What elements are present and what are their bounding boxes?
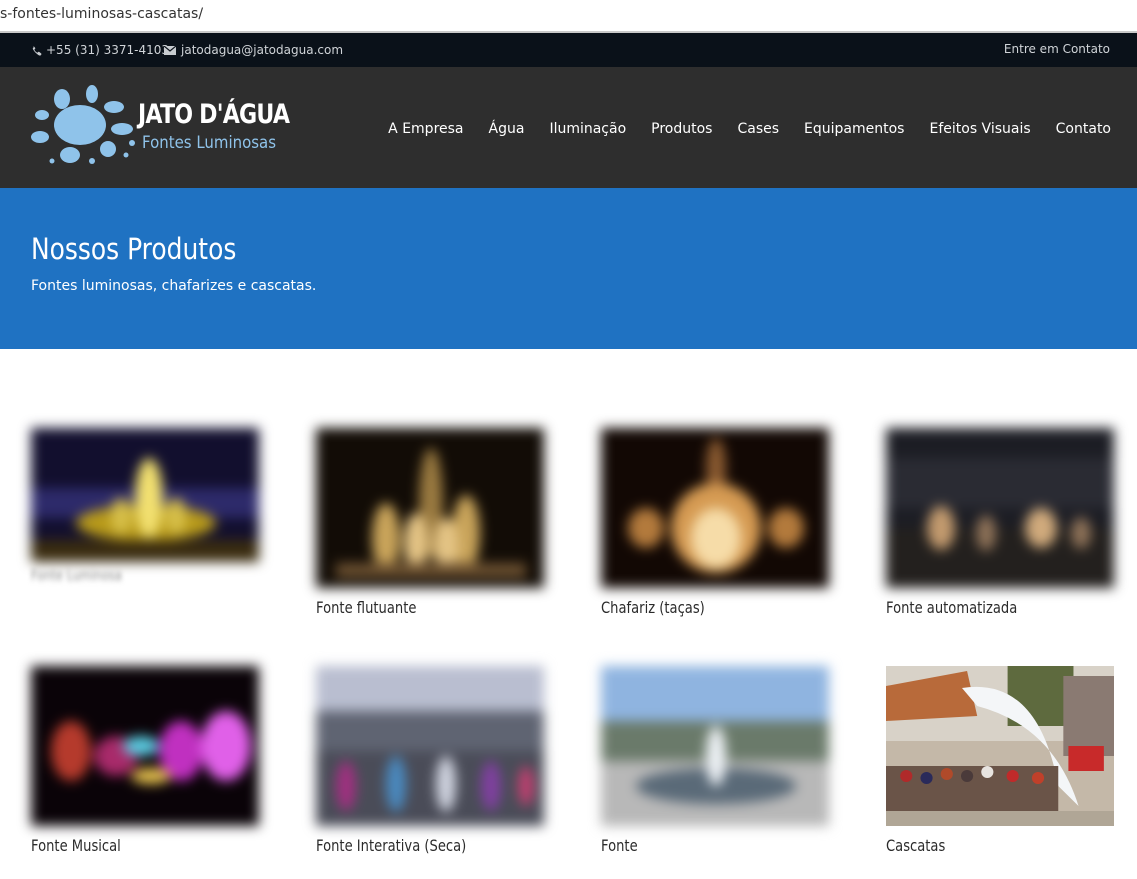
product-image[interactable]: [316, 428, 544, 588]
product-image[interactable]: [601, 428, 829, 588]
product-card-fonte[interactable]: Fonte: [601, 666, 829, 855]
nav-item-a-empresa[interactable]: A Empresa: [388, 121, 463, 137]
product-card-cascatas[interactable]: Cascatas: [886, 666, 1114, 855]
nav-item-efeitos-visuais[interactable]: Efeitos Visuais: [929, 121, 1030, 137]
product-image[interactable]: [886, 666, 1114, 826]
logo-brand-text: JATO D'ÁGUA: [138, 99, 290, 130]
product-image[interactable]: [886, 428, 1114, 588]
phone-number: +55 (31) 3371-4103: [46, 43, 169, 57]
site-header: JATO D'ÁGUA Fontes Luminosas A Empresa Á…: [0, 67, 1137, 188]
product-label[interactable]: Cascatas: [886, 836, 1073, 855]
product-image[interactable]: [31, 666, 259, 826]
phone-icon: [31, 45, 42, 56]
product-image[interactable]: [601, 666, 829, 826]
page-hero-banner: Nossos Produtos Fontes luminosas, chafar…: [0, 188, 1137, 349]
product-image[interactable]: [316, 666, 544, 826]
nav-item-agua[interactable]: Água: [489, 121, 525, 137]
page-subtitle: Fontes luminosas, chafarizes e cascatas.: [31, 278, 317, 294]
nav-item-equipamentos[interactable]: Equipamentos: [804, 121, 904, 137]
product-label[interactable]: Fonte: [601, 836, 788, 855]
product-label[interactable]: Chafariz (taças): [601, 598, 788, 617]
product-card-fonte-interativa[interactable]: Fonte Interativa (Seca): [316, 666, 544, 855]
email-address: jatodagua@jatodagua.com: [181, 43, 344, 57]
top-contact-bar: +55 (31) 3371-4103 jatodagua@jatodagua.c…: [0, 33, 1137, 67]
product-card-fonte-flutuante[interactable]: Fonte flutuante: [316, 428, 544, 617]
page-title: Nossos Produtos: [31, 232, 237, 266]
address-url[interactable]: s-fontes-luminosas-cascatas/: [0, 6, 203, 22]
site-logo[interactable]: JATO D'ÁGUA Fontes Luminosas: [30, 85, 290, 167]
product-card-fonte-musical[interactable]: Fonte Musical: [31, 666, 259, 855]
product-label[interactable]: Fonte Musical: [31, 836, 218, 855]
product-image[interactable]: [31, 428, 259, 562]
nav-item-cases[interactable]: Cases: [737, 121, 779, 137]
browser-address-bar[interactable]: s-fontes-luminosas-cascatas/: [0, 0, 1137, 33]
nav-item-iluminacao[interactable]: Iluminação: [549, 121, 626, 137]
main-navigation: A Empresa Água Iluminação Produtos Cases…: [363, 121, 1111, 137]
product-label[interactable]: Fonte Interativa (Seca): [316, 836, 503, 855]
envelope-icon: [164, 45, 176, 55]
water-splash-logo-icon: [31, 85, 135, 164]
phone-contact[interactable]: +55 (31) 3371-4103: [31, 43, 169, 57]
product-card-fonte-automatizada[interactable]: Fonte automatizada: [886, 428, 1114, 617]
logo-subtitle-text: Fontes Luminosas: [142, 133, 277, 153]
nav-item-contato[interactable]: Contato: [1056, 121, 1111, 137]
contact-link[interactable]: Entre em Contato: [1004, 42, 1110, 56]
nav-item-produtos[interactable]: Produtos: [651, 121, 712, 137]
product-label[interactable]: Fonte automatizada: [886, 598, 1073, 617]
product-card-fonte-luminosa[interactable]: Fonte Luminosa: [31, 428, 259, 584]
product-label[interactable]: Fonte flutuante: [316, 598, 503, 617]
email-contact[interactable]: jatodagua@jatodagua.com: [164, 43, 343, 57]
product-label[interactable]: Fonte Luminosa: [31, 568, 218, 584]
product-card-chafariz-tacas[interactable]: Chafariz (taças): [601, 428, 829, 617]
